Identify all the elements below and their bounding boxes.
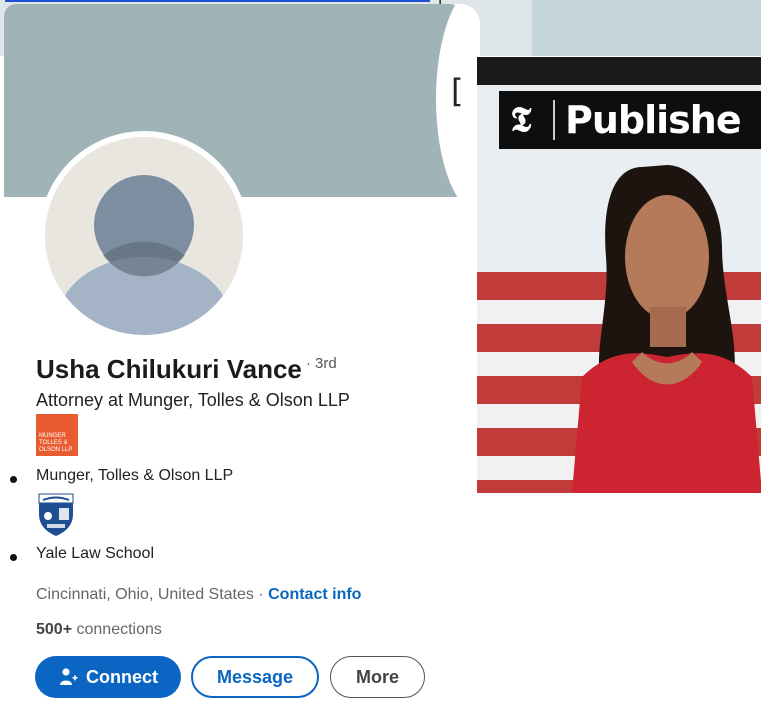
publisher-banner: 𝕿 Publishe — [499, 91, 761, 149]
yale-shield-icon[interactable] — [37, 492, 75, 537]
connections-label: connections — [72, 621, 162, 638]
more-button[interactable]: More — [330, 656, 425, 698]
connections-number: 500+ — [36, 621, 73, 638]
munger-logo[interactable]: MUNGER TOLLES & OLSON LLP — [36, 414, 78, 456]
bracket-left: [ — [451, 72, 464, 110]
article-photo[interactable]: 𝕿 Publishe — [477, 57, 761, 493]
link-underline[interactable] — [5, 0, 430, 2]
nyt-logo-icon: 𝕿 — [510, 100, 532, 140]
location: Cincinnati, Ohio, United States · Contac… — [36, 586, 361, 604]
profile-name: Usha Chilukuri Vance — [36, 354, 302, 384]
profile-card: Usha Chilukuri Vance · 3rd Attorney at M… — [4, 4, 480, 728]
experience-org[interactable]: Munger, Tolles & Olson LLP — [36, 467, 233, 485]
banner-text: Publishe — [565, 98, 742, 142]
connect-label: Connect — [86, 666, 158, 687]
connections-count[interactable]: 500+ connections — [36, 621, 162, 639]
location-text: Cincinnati, Ohio, United States · — [36, 586, 264, 603]
person-icon — [56, 175, 232, 335]
banner-divider — [553, 100, 555, 140]
connect-button[interactable]: Connect — [35, 656, 181, 698]
add-person-icon — [60, 668, 78, 685]
message-button[interactable]: Message — [191, 656, 319, 698]
contact-info-link[interactable]: Contact info — [268, 586, 361, 603]
name-row: Usha Chilukuri Vance · 3rd — [36, 354, 337, 385]
photo-person — [572, 165, 761, 493]
profile-headline: Attorney at Munger, Tolles & Olson LLP — [36, 390, 350, 410]
more-label: More — [355, 666, 399, 687]
list-bullet — [10, 554, 17, 561]
message-label: Message — [216, 666, 294, 687]
background-strip-right — [532, 0, 761, 56]
education-org[interactable]: Yale Law School — [36, 545, 154, 563]
connection-degree: · 3rd — [305, 355, 337, 372]
avatar[interactable] — [39, 131, 249, 341]
list-bullet — [10, 476, 17, 483]
avatar-placeholder — [45, 137, 243, 335]
